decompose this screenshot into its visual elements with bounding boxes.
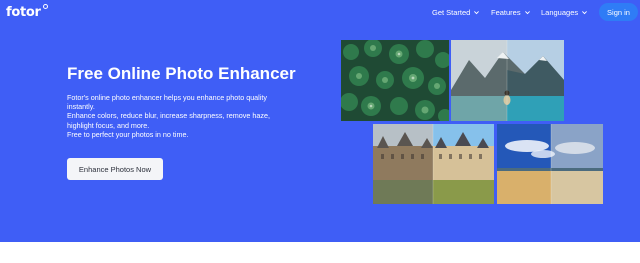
description-line: Fotor's online photo enhancer helps you …	[67, 93, 267, 102]
hero-description: Fotor's online photo enhancer helps you …	[67, 93, 317, 139]
desert-sky-photo	[497, 124, 603, 204]
nav-languages-label: Languages	[541, 8, 579, 17]
pine-trees-aerial-photo	[341, 40, 449, 121]
chevron-down-icon	[582, 11, 588, 15]
mountain-lake-photo	[451, 40, 564, 121]
enhance-photos-button[interactable]: Enhance Photos Now	[67, 158, 163, 180]
chevron-down-icon	[524, 11, 530, 15]
nav-features-label: Features	[491, 8, 521, 17]
page-body-strip	[0, 242, 640, 263]
castle-photo	[373, 124, 494, 204]
description-line: Free to perfect your photos in no time.	[67, 129, 189, 139]
nav-languages[interactable]: Languages	[541, 8, 588, 17]
description-line: Enhance colors, reduce blur, increase sh…	[67, 111, 270, 121]
fotor-logo[interactable]: fotor	[6, 5, 41, 20]
description-line: instantly.	[67, 102, 95, 112]
nav-get-started-label: Get Started	[432, 8, 471, 17]
page-title: Free Online Photo Enhancer	[67, 64, 296, 83]
sign-in-button[interactable]: Sign in	[599, 3, 638, 21]
registered-mark-icon	[43, 4, 48, 9]
nav-get-started[interactable]: Get Started	[432, 8, 480, 17]
nav-features[interactable]: Features	[491, 8, 531, 17]
chevron-down-icon	[474, 11, 480, 15]
description-line: highlight focus, and more.	[67, 120, 150, 130]
